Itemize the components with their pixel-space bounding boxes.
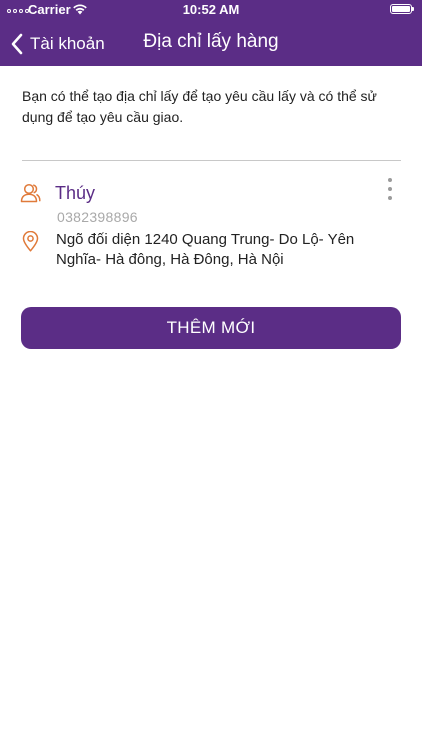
add-new-button[interactable]: THÊM MỚI (21, 307, 401, 349)
contact-name: Thúy (55, 183, 96, 203)
location-pin-icon (22, 231, 39, 252)
status-time: 10:52 AM (182, 2, 240, 17)
contact-icon (20, 183, 41, 203)
more-options-icon[interactable] (384, 178, 396, 200)
status-bar: Carrier 10:52 AM (0, 0, 422, 20)
battery-icon (390, 4, 414, 14)
page-title: Địa chỉ lấy hàng (143, 31, 279, 52)
top-bar: Carrier 10:52 AM Tài khoản Địa chỉ lấy h… (0, 0, 422, 66)
contact-phone: 0382398896 (57, 209, 138, 225)
divider (22, 160, 401, 161)
page-description: Bạn có thể tạo địa chỉ lấy để tạo yêu cầ… (22, 88, 377, 125)
address-text: Ngõ đối diện 1240 Quang Trung- Do Lộ- Yê… (56, 231, 355, 268)
